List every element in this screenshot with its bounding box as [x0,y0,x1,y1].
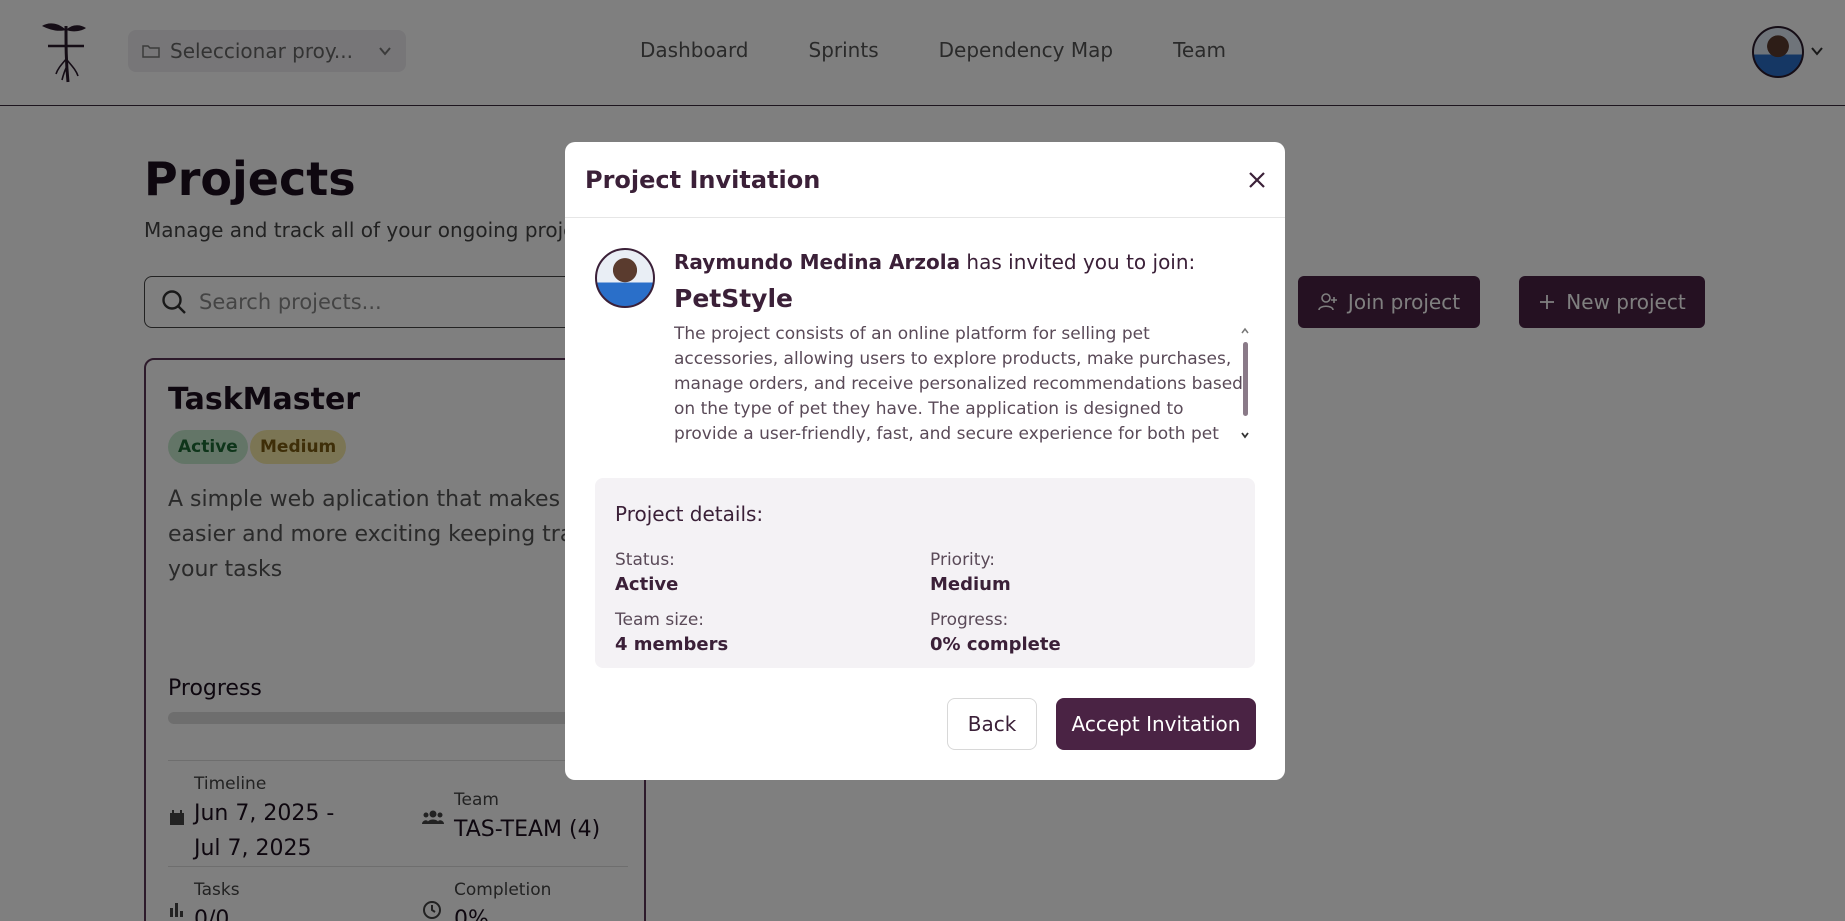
status-value: Active [615,574,679,595]
priority-value: Medium [930,574,1011,595]
invited-project-description: The project consists of an online platfo… [674,324,1243,444]
scrollbar-thumb[interactable] [1243,342,1248,416]
progress-value: 0% complete [930,634,1061,655]
team-size-label: Team size: [615,610,705,630]
invite-text: has invited you to join: [960,250,1196,274]
progress-label: Progress: [930,610,1009,630]
accept-invitation-button[interactable]: Accept Invitation [1056,698,1256,750]
project-details-panel: Project details: Status: Active Priority… [595,478,1255,668]
details-title: Project details: [615,502,764,526]
close-button[interactable] [1241,164,1273,196]
invite-message: Raymundo Medina Arzola has invited you t… [674,250,1195,274]
status-label: Status: [615,550,675,570]
back-button[interactable]: Back [947,698,1037,750]
team-size-value: 4 members [615,634,729,655]
project-invitation-modal: Project Invitation Raymundo Medina Arzol… [565,142,1285,780]
scroll-down-icon[interactable] [1240,430,1250,440]
modal-header: Project Invitation [565,142,1285,218]
scroll-up-icon[interactable] [1240,326,1250,336]
close-icon [1249,172,1265,188]
priority-label: Priority: [930,550,995,570]
inviter-avatar [595,248,655,308]
modal-title: Project Invitation [585,166,821,194]
inviter-name: Raymundo Medina Arzola [674,250,961,274]
invited-project-name: PetStyle [674,284,794,313]
